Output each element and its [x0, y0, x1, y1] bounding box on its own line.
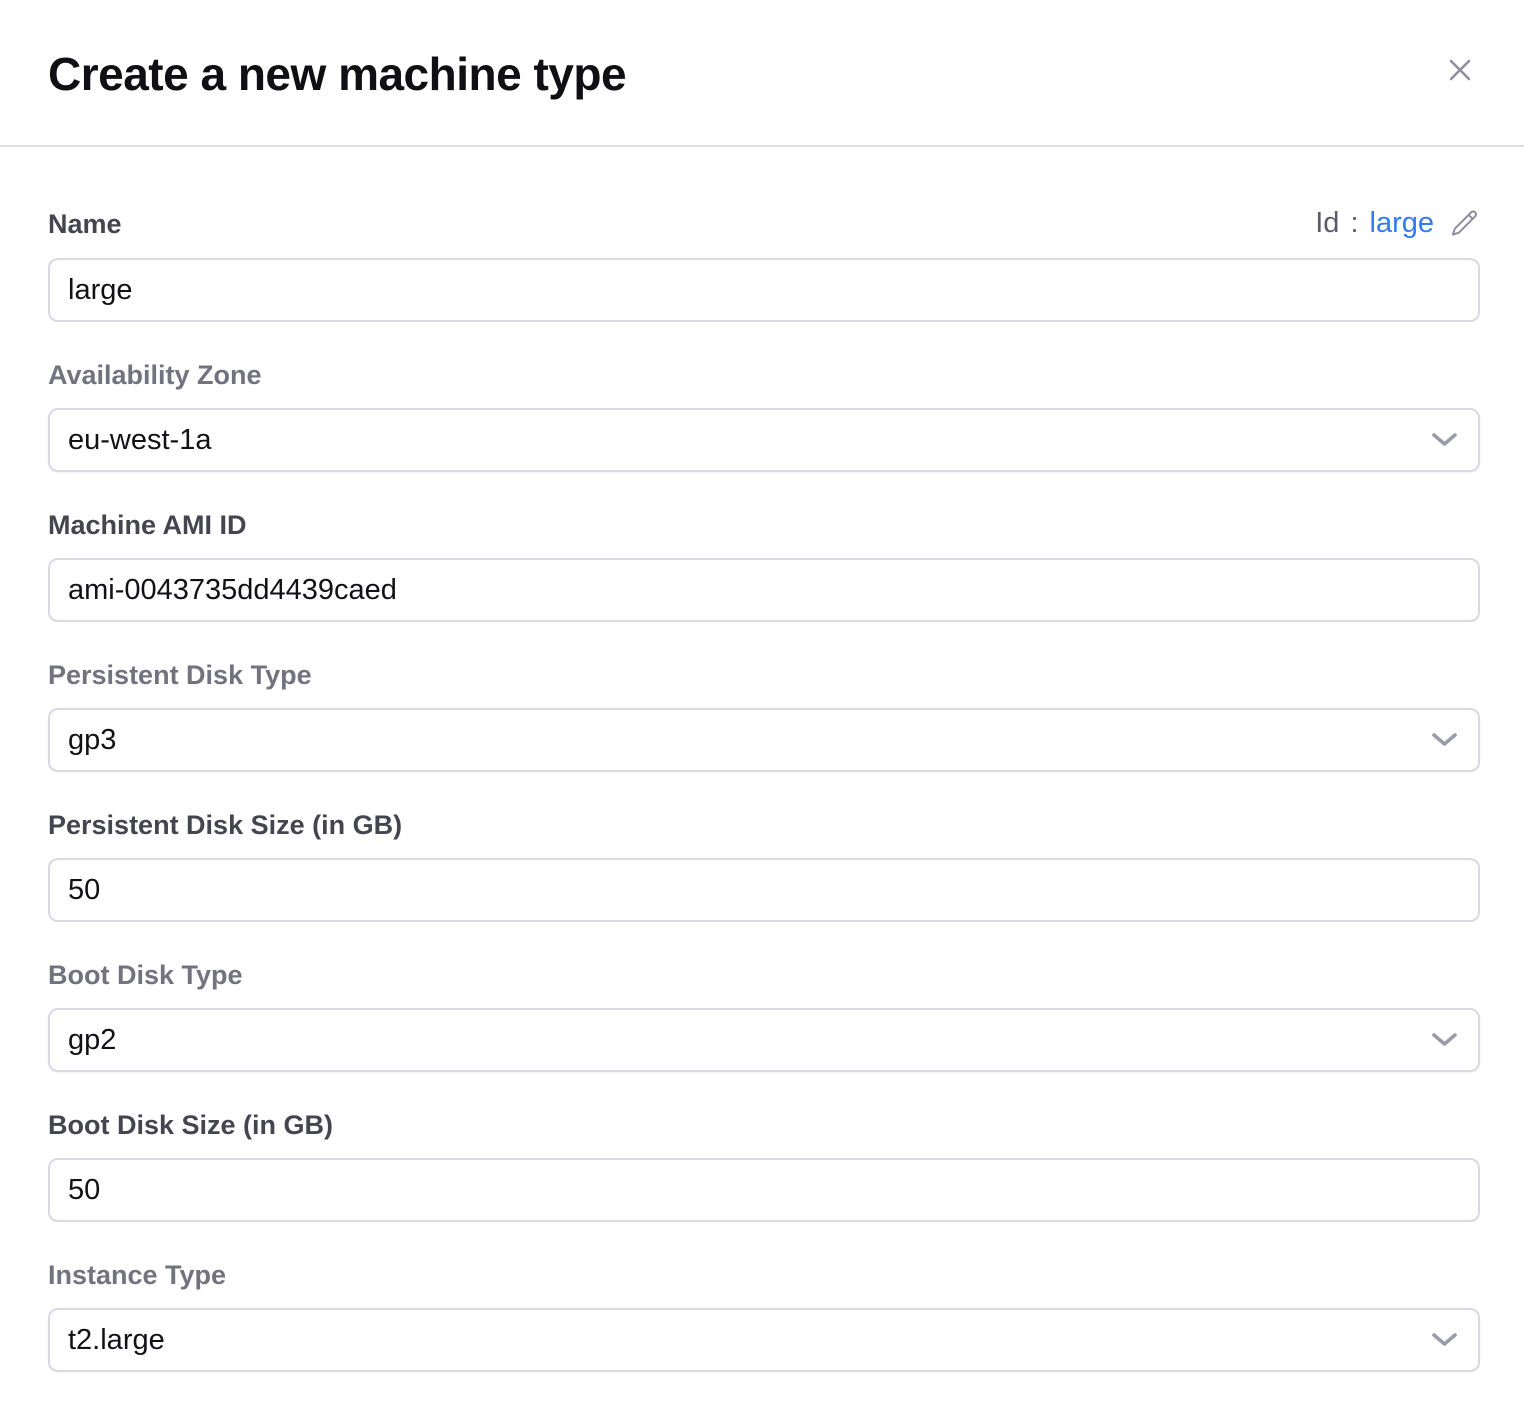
- chevron-down-icon: [1431, 1332, 1458, 1348]
- create-machine-type-modal: Create a new machine type Name Id : larg…: [0, 0, 1524, 1418]
- instance-type-label: Instance Type: [48, 1260, 226, 1290]
- availability-zone-select[interactable]: eu-west-1a: [48, 408, 1480, 472]
- close-button[interactable]: [1440, 50, 1480, 90]
- name-label: Name: [48, 209, 122, 239]
- persistent-disk-type-label-row: Persistent Disk Type: [48, 660, 1480, 690]
- machine-ami-id-input[interactable]: [48, 558, 1480, 622]
- availability-zone-label: Availability Zone: [48, 360, 262, 390]
- pencil-icon: [1449, 208, 1480, 239]
- field-persistent-disk-size: Persistent Disk Size (in GB): [48, 810, 1480, 922]
- availability-zone-label-row: Availability Zone: [48, 360, 1480, 390]
- field-boot-disk-size: Boot Disk Size (in GB): [48, 1110, 1480, 1222]
- boot-disk-size-label: Boot Disk Size (in GB): [48, 1110, 333, 1140]
- modal-header: Create a new machine type: [0, 0, 1524, 147]
- field-persistent-disk-type: Persistent Disk Type gp3: [48, 660, 1480, 772]
- machine-ami-id-label: Machine AMI ID: [48, 510, 247, 540]
- chevron-down-icon: [1431, 732, 1458, 748]
- instance-type-select[interactable]: t2.large: [48, 1308, 1480, 1372]
- field-instance-type: Instance Type t2.large: [48, 1260, 1480, 1372]
- field-name: Name Id : large: [48, 207, 1480, 322]
- boot-disk-size-input[interactable]: [48, 1158, 1480, 1222]
- id-separator: :: [1350, 207, 1358, 240]
- machine-ami-id-label-row: Machine AMI ID: [48, 510, 1480, 540]
- edit-id-button[interactable]: [1449, 208, 1480, 239]
- persistent-disk-type-select[interactable]: gp3: [48, 708, 1480, 772]
- id-prefix: Id: [1315, 207, 1339, 240]
- name-input[interactable]: [48, 258, 1480, 322]
- persistent-disk-size-label: Persistent Disk Size (in GB): [48, 810, 402, 840]
- persistent-disk-size-label-row: Persistent Disk Size (in GB): [48, 810, 1480, 840]
- field-boot-disk-type: Boot Disk Type gp2: [48, 960, 1480, 1072]
- machine-type-form: Name Id : large Availability: [0, 147, 1524, 1372]
- boot-disk-type-select[interactable]: gp2: [48, 1008, 1480, 1072]
- instance-type-selected-value: t2.large: [68, 1324, 165, 1357]
- id-badge: Id : large: [1315, 207, 1480, 240]
- instance-type-label-row: Instance Type: [48, 1260, 1480, 1290]
- name-label-row: Name Id : large: [48, 207, 1480, 240]
- boot-disk-type-label-row: Boot Disk Type: [48, 960, 1480, 990]
- availability-zone-selected-value: eu-west-1a: [68, 424, 211, 457]
- field-availability-zone: Availability Zone eu-west-1a: [48, 360, 1480, 472]
- id-value: large: [1370, 207, 1435, 240]
- modal-title: Create a new machine type: [48, 48, 626, 100]
- close-icon: [1442, 52, 1478, 88]
- boot-disk-type-label: Boot Disk Type: [48, 960, 243, 990]
- boot-disk-type-selected-value: gp2: [68, 1024, 116, 1057]
- persistent-disk-type-label: Persistent Disk Type: [48, 660, 312, 690]
- persistent-disk-size-input[interactable]: [48, 858, 1480, 922]
- chevron-down-icon: [1431, 432, 1458, 448]
- chevron-down-icon: [1431, 1032, 1458, 1048]
- field-machine-ami-id: Machine AMI ID: [48, 510, 1480, 622]
- persistent-disk-type-selected-value: gp3: [68, 724, 116, 757]
- boot-disk-size-label-row: Boot Disk Size (in GB): [48, 1110, 1480, 1140]
